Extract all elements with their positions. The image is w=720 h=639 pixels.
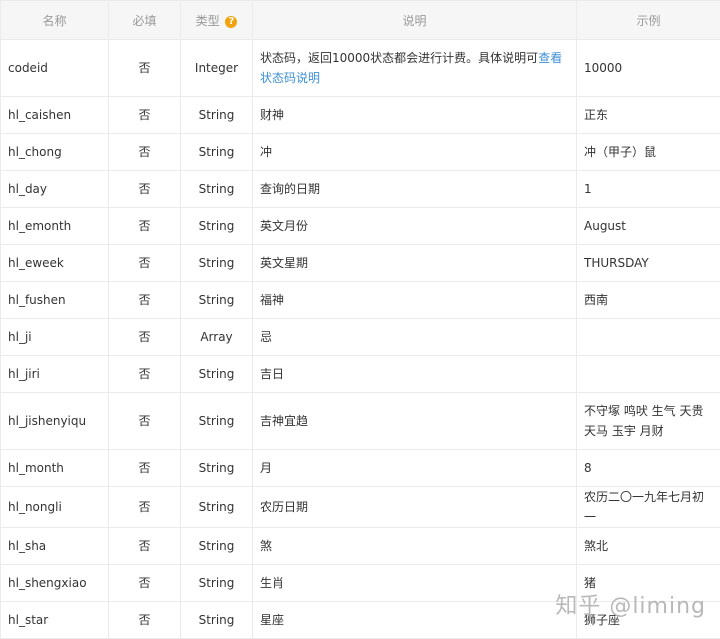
table-row: hl_chong 否 String 冲 冲（甲子）鼠 xyxy=(1,134,720,171)
cell-type: String xyxy=(181,528,253,565)
cell-name: hl_jiri xyxy=(1,356,109,393)
table-row: hl_sha 否 String 煞 煞北 xyxy=(1,528,720,565)
cell-required: 否 xyxy=(109,319,181,356)
cell-type: String xyxy=(181,245,253,282)
cell-required: 否 xyxy=(109,97,181,134)
cell-name: hl_nongli xyxy=(1,487,109,528)
cell-example: 1 xyxy=(577,171,720,208)
cell-example: 正东 xyxy=(577,97,720,134)
table-row: hl_month 否 String 月 8 xyxy=(1,450,720,487)
cell-example: 煞北 xyxy=(577,528,720,565)
cell-desc: 农历日期 xyxy=(253,487,577,528)
cell-type: String xyxy=(181,171,253,208)
cell-name: hl_chong xyxy=(1,134,109,171)
cell-desc: 财神 xyxy=(253,97,577,134)
table-row: hl_jishenyiqu 否 String 吉神宜趋 不守塚 鸣吠 生气 天贵… xyxy=(1,393,720,450)
cell-name: hl_emonth xyxy=(1,208,109,245)
table-row: hl_fushen 否 String 福神 西南 xyxy=(1,282,720,319)
table-row: hl_day 否 String 查询的日期 1 xyxy=(1,171,720,208)
cell-required: 否 xyxy=(109,40,181,97)
cell-type: String xyxy=(181,282,253,319)
header-example: 示例 xyxy=(577,1,720,40)
header-name: 名称 xyxy=(1,1,109,40)
cell-desc: 忌 xyxy=(253,319,577,356)
cell-required: 否 xyxy=(109,282,181,319)
cell-example: 冲（甲子）鼠 xyxy=(577,134,720,171)
cell-desc: 月 xyxy=(253,450,577,487)
table-row: hl_nongli 否 String 农历日期 农历二〇一九年七月初一 xyxy=(1,487,720,528)
cell-type: String xyxy=(181,356,253,393)
cell-example: 不守塚 鸣吠 生气 天贵 天马 玉宇 月财 xyxy=(577,393,720,450)
cell-name: hl_jishenyiqu xyxy=(1,393,109,450)
header-required: 必填 xyxy=(109,1,181,40)
cell-required: 否 xyxy=(109,134,181,171)
cell-name: hl_fushen xyxy=(1,282,109,319)
cell-example: August xyxy=(577,208,720,245)
zhihu-watermark: 知乎 @liming xyxy=(555,588,706,620)
cell-example: THURSDAY xyxy=(577,245,720,282)
header-type-label: 类型 xyxy=(196,14,220,28)
cell-type: String xyxy=(181,134,253,171)
cell-name: codeid xyxy=(1,40,109,97)
cell-type: String xyxy=(181,602,253,639)
cell-desc: 吉日 xyxy=(253,356,577,393)
table-row: codeid 否 Integer 状态码，返回10000状态都会进行计费。具体说… xyxy=(1,40,720,97)
cell-required: 否 xyxy=(109,245,181,282)
cell-desc: 吉神宜趋 xyxy=(253,393,577,450)
cell-type: String xyxy=(181,565,253,602)
cell-name: hl_ji xyxy=(1,319,109,356)
header-type: 类型 ? xyxy=(181,1,253,40)
cell-desc: 星座 xyxy=(253,602,577,639)
cell-example xyxy=(577,356,720,393)
table-row: hl_ji 否 Array 忌 xyxy=(1,319,720,356)
cell-desc: 冲 xyxy=(253,134,577,171)
cell-required: 否 xyxy=(109,565,181,602)
table-row: hl_eweek 否 String 英文星期 THURSDAY xyxy=(1,245,720,282)
cell-example: 农历二〇一九年七月初一 xyxy=(577,487,720,528)
cell-type: String xyxy=(181,97,253,134)
cell-required: 否 xyxy=(109,171,181,208)
cell-example: 西南 xyxy=(577,282,720,319)
cell-required: 否 xyxy=(109,528,181,565)
cell-type: String xyxy=(181,208,253,245)
cell-type: String xyxy=(181,487,253,528)
table-header-row: 名称 必填 类型 ? 说明 示例 xyxy=(1,1,720,40)
cell-required: 否 xyxy=(109,602,181,639)
cell-desc: 福神 xyxy=(253,282,577,319)
table-row: hl_caishen 否 String 财神 正东 xyxy=(1,97,720,134)
cell-desc: 英文月份 xyxy=(253,208,577,245)
cell-type: Integer xyxy=(181,40,253,97)
cell-name: hl_star xyxy=(1,602,109,639)
table-row: hl_emonth 否 String 英文月份 August xyxy=(1,208,720,245)
table-row: hl_jiri 否 String 吉日 xyxy=(1,356,720,393)
header-desc: 说明 xyxy=(253,1,577,40)
cell-name: hl_shengxiao xyxy=(1,565,109,602)
cell-name: hl_sha xyxy=(1,528,109,565)
cell-type: String xyxy=(181,450,253,487)
cell-example: 8 xyxy=(577,450,720,487)
cell-name: hl_eweek xyxy=(1,245,109,282)
cell-required: 否 xyxy=(109,450,181,487)
cell-type: Array xyxy=(181,319,253,356)
cell-desc: 状态码，返回10000状态都会进行计费。具体说明可查看状态码说明 xyxy=(253,40,577,97)
api-params-table: 名称 必填 类型 ? 说明 示例 codeid 否 Integer 状态码，返回… xyxy=(0,0,720,639)
cell-name: hl_month xyxy=(1,450,109,487)
cell-type: String xyxy=(181,393,253,450)
cell-desc: 英文星期 xyxy=(253,245,577,282)
cell-name: hl_caishen xyxy=(1,97,109,134)
cell-name: hl_day xyxy=(1,171,109,208)
cell-example xyxy=(577,319,720,356)
cell-desc: 煞 xyxy=(253,528,577,565)
cell-required: 否 xyxy=(109,356,181,393)
cell-example: 10000 xyxy=(577,40,720,97)
cell-required: 否 xyxy=(109,208,181,245)
cell-desc: 生肖 xyxy=(253,565,577,602)
cell-desc-text: 状态码，返回10000状态都会进行计费。具体说明可 xyxy=(260,51,538,65)
cell-required: 否 xyxy=(109,393,181,450)
cell-required: 否 xyxy=(109,487,181,528)
help-icon[interactable]: ? xyxy=(225,16,237,28)
cell-desc: 查询的日期 xyxy=(253,171,577,208)
